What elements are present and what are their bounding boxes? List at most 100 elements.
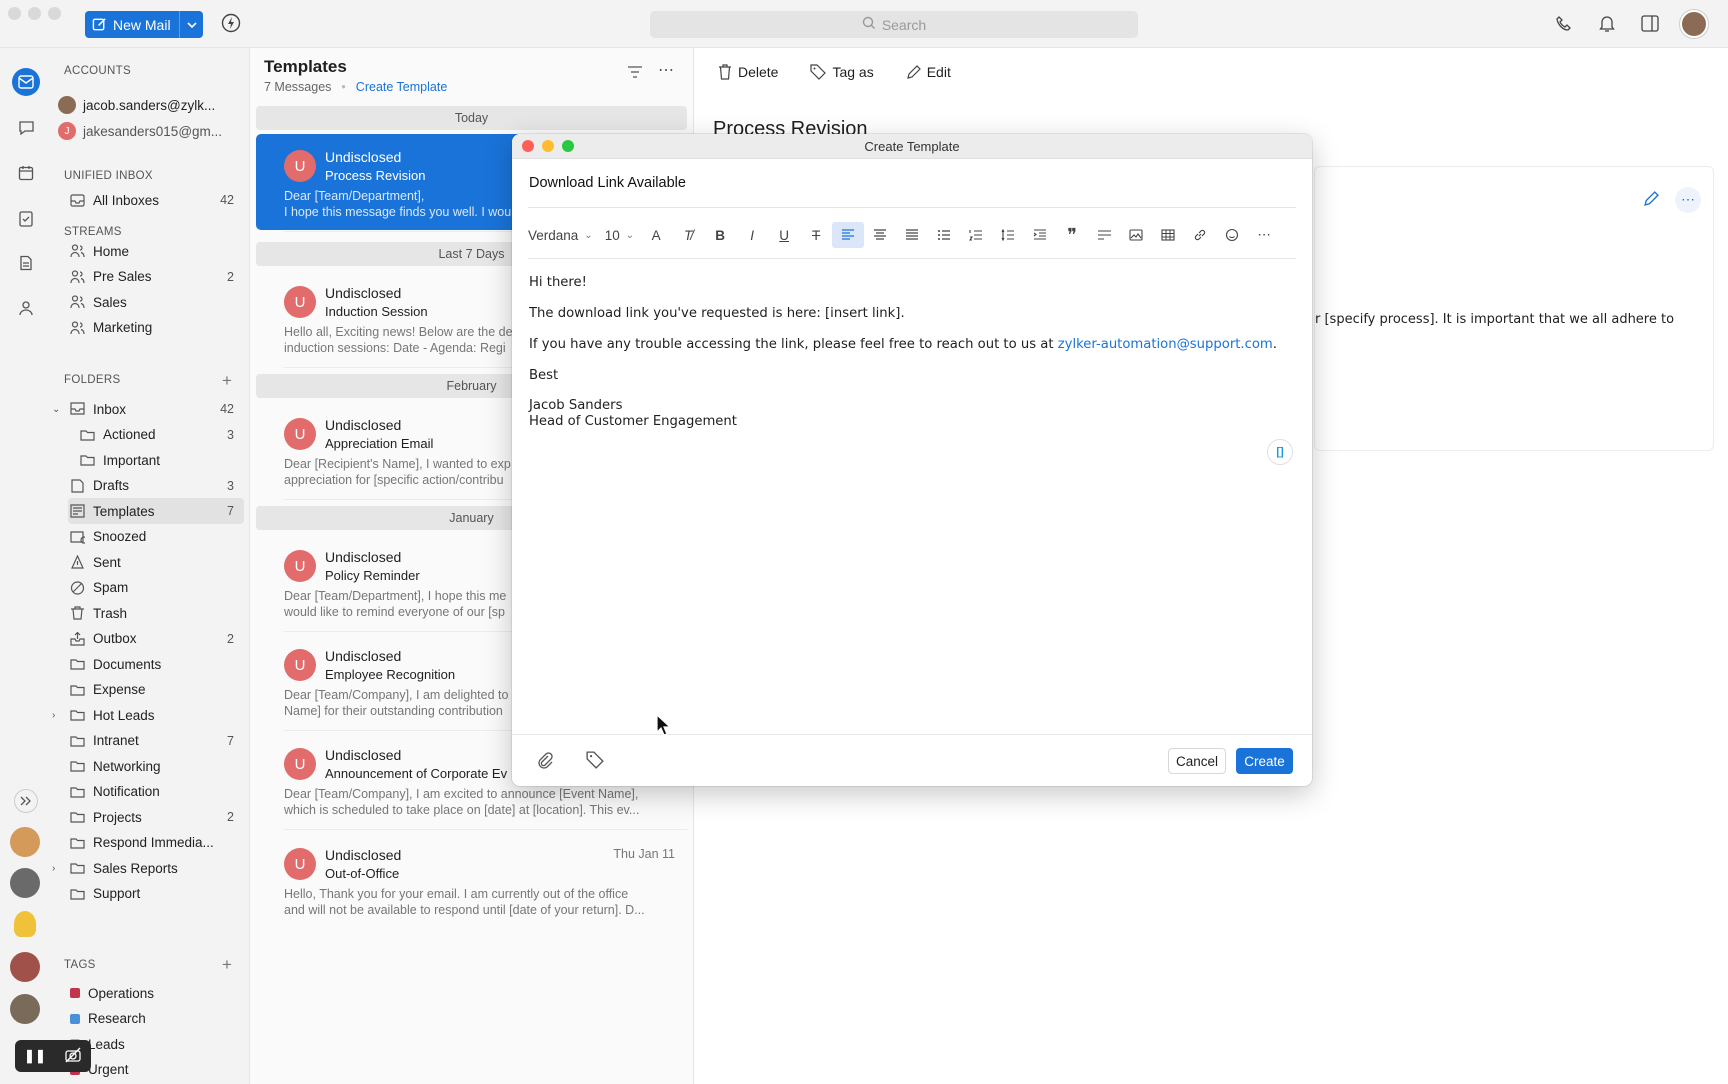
tag-as-button[interactable]: Tag as	[810, 64, 874, 80]
window-minimize-button[interactable]	[28, 7, 41, 20]
tasks-icon[interactable]	[12, 204, 40, 232]
sidebar-item-actioned[interactable]: Actioned 3	[78, 422, 244, 448]
sidebar-item-spam[interactable]: Spam	[68, 575, 244, 601]
sidebar-item-marketing[interactable]: Marketing	[68, 315, 244, 341]
dialog-close-button[interactable]	[522, 140, 534, 152]
template-body-editor[interactable]: Hi there! The download link you've reque…	[529, 274, 1277, 430]
expand-rail-icon[interactable]	[14, 789, 38, 813]
strikethrough-icon[interactable]: T	[800, 222, 832, 248]
sidebar-item-drafts[interactable]: Drafts 3	[68, 473, 244, 499]
bold-icon[interactable]: B	[704, 222, 736, 248]
quote-icon[interactable]: ❞	[1056, 222, 1088, 248]
contact-avatar[interactable]	[10, 994, 40, 1024]
pause-icon[interactable]: ❚❚	[24, 1048, 46, 1064]
panel-toggle-icon[interactable]	[1641, 15, 1659, 35]
sidebar-item-expense[interactable]: Expense	[68, 677, 244, 703]
sidebar-item-support[interactable]: Support	[68, 881, 244, 907]
emoji-icon[interactable]	[1216, 222, 1248, 248]
tag-item[interactable]: Operations	[68, 980, 244, 1006]
chevron-right-icon[interactable]: ›	[52, 863, 55, 874]
font-size-select[interactable]: 10 ⌄	[605, 228, 634, 243]
more-options-icon[interactable]: ⋯	[658, 60, 675, 80]
clear-format-icon[interactable]: T̸	[672, 222, 704, 248]
lightbulb-icon[interactable]	[14, 911, 36, 937]
font-color-icon[interactable]: A	[640, 222, 672, 248]
table-icon[interactable]	[1152, 222, 1184, 248]
chevron-down-icon[interactable]: ⌄	[52, 404, 60, 415]
sidebar-item-notification[interactable]: Notification	[68, 779, 244, 805]
contact-avatar[interactable]	[10, 952, 40, 982]
add-folder-icon[interactable]: +	[222, 371, 232, 391]
sidebar-item-snoozed[interactable]: Snoozed	[68, 524, 244, 550]
sidebar-item-important[interactable]: Important	[78, 447, 244, 473]
sidebar-item-respond-immedia[interactable]: Respond Immedia...	[68, 830, 244, 856]
sidebar-item-home[interactable]: Home	[68, 238, 244, 264]
sidebar-item-networking[interactable]: Networking	[68, 753, 244, 779]
image-icon[interactable]	[1120, 222, 1152, 248]
more-options-icon[interactable]: ⋯	[1675, 187, 1701, 213]
underline-icon[interactable]: U	[768, 222, 800, 248]
chevron-right-icon[interactable]: ›	[52, 710, 55, 721]
filter-icon[interactable]	[627, 65, 643, 81]
template-name-field[interactable]: Download Link Available	[529, 175, 686, 191]
sidebar-item-inbox[interactable]: ⌄ Inbox 42	[52, 396, 244, 422]
user-avatar[interactable]	[1680, 10, 1708, 38]
sidebar-item-documents[interactable]: Documents	[68, 651, 244, 677]
window-close-button[interactable]	[8, 7, 21, 20]
sidebar-item-outbox[interactable]: Outbox 2	[68, 626, 244, 652]
tag-item[interactable]: Leads	[68, 1031, 244, 1057]
sidebar-item-intranet[interactable]: Intranet 7	[68, 728, 244, 754]
account-item[interactable]: Jjakesanders015@gm...	[58, 118, 244, 144]
insert-line-icon[interactable]	[1088, 222, 1120, 248]
sidebar-item-all-inboxes[interactable]: All Inboxes 42	[68, 187, 244, 213]
chat-icon[interactable]	[12, 114, 40, 142]
dialog-zoom-button[interactable]	[562, 140, 574, 152]
mail-app-icon[interactable]	[12, 68, 40, 96]
sidebar-item-sales-reports[interactable]: › Sales Reports	[52, 855, 244, 881]
window-zoom-button[interactable]	[48, 7, 61, 20]
edit-pencil-icon[interactable]	[1643, 191, 1659, 210]
line-spacing-icon[interactable]	[992, 222, 1024, 248]
sidebar-item-hot-leads[interactable]: › Hot Leads	[52, 702, 244, 728]
contact-avatar[interactable]	[10, 868, 40, 898]
message-list-item[interactable]: U Undisclosed Out-of-Office Hello, Thank yo…	[256, 832, 687, 928]
dialog-minimize-button[interactable]	[542, 140, 554, 152]
sidebar-item-sales[interactable]: Sales	[68, 289, 244, 315]
attachment-icon[interactable]	[536, 751, 554, 772]
sidebar-item-templates[interactable]: Templates 7	[68, 498, 244, 524]
numbered-list-icon[interactable]	[960, 222, 992, 248]
sidebar-item-sent[interactable]: Sent	[68, 549, 244, 575]
italic-icon[interactable]: I	[736, 222, 768, 248]
search-bar[interactable]: Search	[650, 11, 1138, 38]
email-link[interactable]: zylker-automation@support.com	[1058, 337, 1273, 352]
tag-icon[interactable]	[586, 751, 604, 772]
camera-off-icon[interactable]	[64, 1047, 82, 1066]
edit-button[interactable]: Edit	[906, 64, 951, 80]
more-format-icon[interactable]: ⋯	[1248, 222, 1280, 248]
font-family-select[interactable]: Verdana ⌄	[528, 228, 593, 243]
tag-item[interactable]: Research	[68, 1006, 244, 1032]
align-left-icon[interactable]	[832, 222, 865, 248]
lightning-icon[interactable]	[221, 13, 241, 36]
link-icon[interactable]	[1184, 222, 1216, 248]
cancel-button[interactable]: Cancel	[1168, 748, 1226, 774]
delete-button[interactable]: Delete	[718, 64, 778, 80]
create-button[interactable]: Create	[1236, 748, 1293, 774]
align-center-icon[interactable]	[864, 222, 896, 248]
new-mail-button[interactable]: New Mail	[85, 11, 203, 38]
contacts-icon[interactable]	[12, 294, 40, 322]
bullet-list-icon[interactable]	[928, 222, 960, 248]
phone-icon[interactable]	[1555, 15, 1573, 36]
contact-avatar[interactable]	[10, 827, 40, 857]
account-item[interactable]: jacob.sanders@zylk...	[58, 92, 244, 118]
bell-icon[interactable]	[1598, 14, 1616, 36]
notes-icon[interactable]	[12, 249, 40, 277]
add-tag-icon[interactable]: +	[222, 955, 232, 975]
grammar-assistant-icon[interactable]: []	[1267, 439, 1293, 465]
new-mail-dropdown[interactable]	[179, 11, 203, 38]
align-justify-icon[interactable]	[896, 222, 928, 248]
sidebar-item-projects[interactable]: Projects 2	[68, 804, 244, 830]
tag-item[interactable]: Urgent	[68, 1057, 244, 1083]
calendar-icon[interactable]	[12, 159, 40, 187]
sidebar-item-pre-sales[interactable]: Pre Sales 2	[68, 264, 244, 290]
